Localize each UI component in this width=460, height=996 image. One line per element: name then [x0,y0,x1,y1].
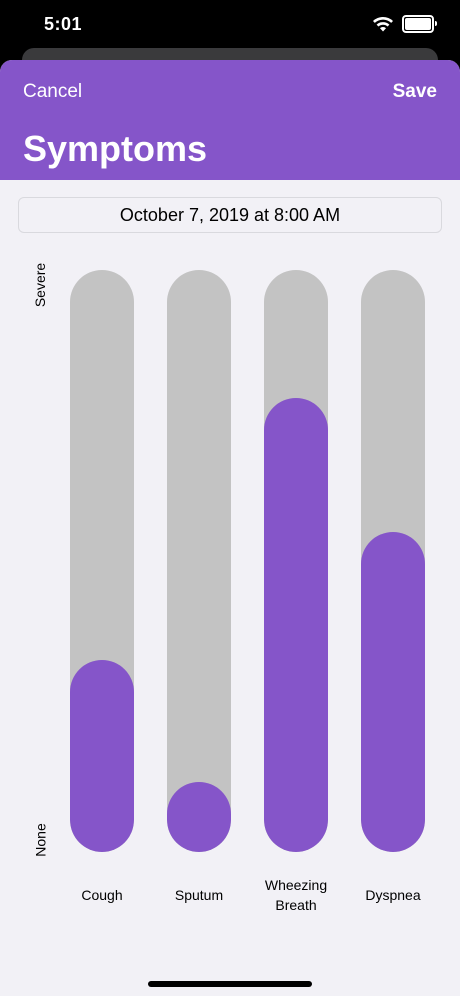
cancel-button[interactable]: Cancel [23,81,82,103]
status-time: 5:01 [44,14,83,34]
date-picker-field[interactable]: October 7, 2019 at 8:00 AM [18,197,442,233]
navigation-bar: Cancel Save Symptoms [0,60,460,180]
symptom-slider-wheezing-breath[interactable] [264,270,328,852]
symptoms-sheet: Cancel Save Symptoms October 7, 2019 at … [0,60,460,996]
status-bar: 5:01 [0,0,460,48]
symptom-level-fill [264,398,328,852]
symptom-label: Sputum [174,887,224,903]
symptom-slider-cough[interactable] [70,270,134,852]
save-button[interactable]: Save [393,81,437,103]
symptom-level-fill [70,659,134,852]
scale-min-label: None [32,823,49,857]
status-icons [372,15,437,33]
symptom-label: Wheezing Breath [264,877,328,913]
battery-icon [402,15,437,33]
symptom-level-fill [167,782,231,852]
home-indicator [148,981,312,987]
symptom-slider-sputum[interactable] [167,270,231,852]
symptom-slider-dyspnea[interactable] [361,270,425,852]
symptom-label: Dyspnea [365,887,421,903]
wifi-icon [373,17,393,32]
symptom-level-fill [361,531,425,852]
page-title: Symptoms [23,128,208,169]
symptom-label: Cough [81,887,123,903]
scale-max-label: Severe [32,262,49,308]
